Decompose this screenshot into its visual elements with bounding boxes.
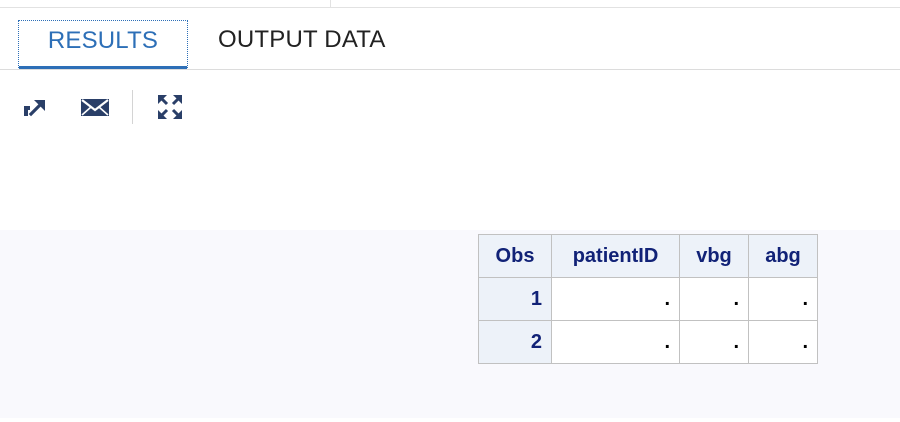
- open-new-window-button[interactable]: [20, 92, 50, 122]
- top-strip: [0, 0, 900, 8]
- email-button[interactable]: [80, 92, 110, 122]
- cell-patientid: .: [551, 320, 680, 364]
- tab-bar: RESULTS OUTPUT DATA: [0, 8, 900, 70]
- column-header-abg: abg: [748, 234, 818, 278]
- table-header-row: Obs patientID vbg abg: [478, 234, 818, 278]
- cell-vbg: .: [679, 277, 749, 321]
- cell-patientid: .: [551, 277, 680, 321]
- tab-results[interactable]: RESULTS: [18, 20, 188, 69]
- email-icon: [81, 99, 109, 116]
- column-header-patientid: patientID: [551, 234, 680, 278]
- expand-icon: [158, 95, 182, 119]
- column-header-vbg: vbg: [679, 234, 749, 278]
- results-table: Obs patientID vbg abg 1 . . . 2 . . .: [478, 234, 818, 364]
- open-new-window-icon: [24, 100, 45, 117]
- cell-abg: .: [748, 320, 818, 364]
- results-toolbar: [0, 78, 900, 138]
- table-row: 1 . . .: [478, 277, 818, 321]
- cell-vbg: .: [679, 320, 749, 364]
- expand-button[interactable]: [155, 92, 185, 122]
- toolbar-separator: [132, 90, 133, 124]
- row-obs: 1: [478, 277, 552, 321]
- tab-output-data[interactable]: OUTPUT DATA: [208, 20, 396, 68]
- table-row: 2 . . .: [478, 320, 818, 364]
- row-obs: 2: [478, 320, 552, 364]
- column-header-obs: Obs: [478, 234, 552, 278]
- cell-abg: .: [748, 277, 818, 321]
